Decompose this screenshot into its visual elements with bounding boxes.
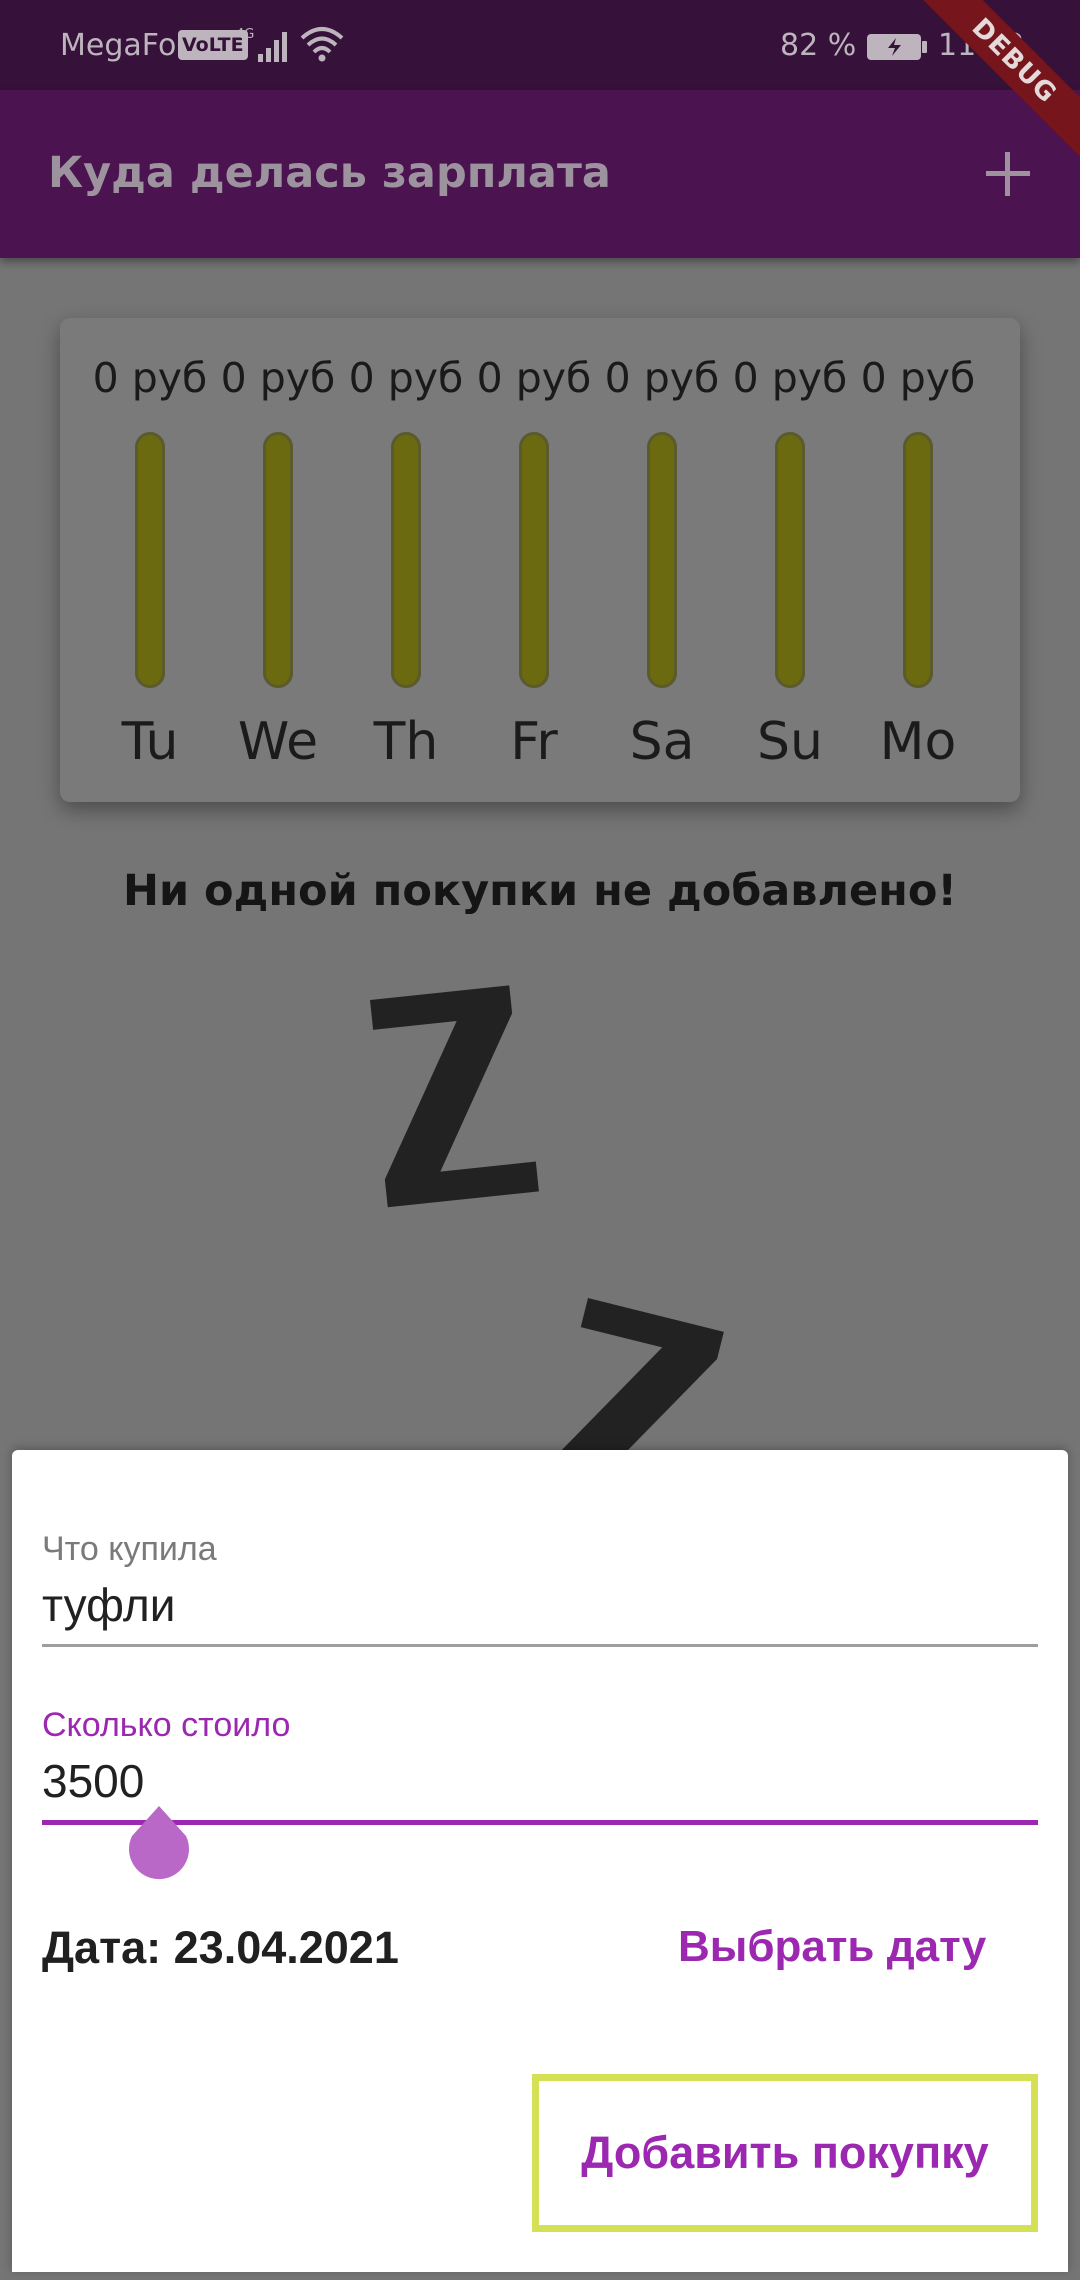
add-purchase-button[interactable]: Добавить покупку: [532, 2074, 1038, 2232]
bar-day-label: Th: [373, 712, 439, 772]
chart-bar: 0 руб Tu: [86, 318, 214, 802]
bar-track: [903, 432, 933, 688]
empty-state-message: Ни одной покупки не добавлено!: [122, 866, 958, 916]
svg-text:4G: 4G: [236, 27, 254, 42]
purchase-amount-label: Сколько стоило: [42, 1706, 291, 1744]
purchase-name-input[interactable]: [42, 1577, 1038, 1633]
chart-bar: 0 руб Su: [726, 318, 854, 802]
bar-day-label: Tu: [121, 712, 179, 772]
purchase-name-label: Что купила: [42, 1530, 217, 1568]
battery-icon: [867, 34, 927, 60]
sleeping-zzz-image: [370, 985, 724, 1450]
bar-day-label: Mo: [879, 712, 957, 772]
bar-amount: 0 руб: [476, 354, 592, 402]
text-cursor-handle[interactable]: [126, 1806, 192, 1882]
weekly-chart-card: 0 руб Tu 0 руб We 0 руб Th 0 руб Fr 0 ру…: [60, 318, 1020, 802]
bar-track: [263, 432, 293, 688]
bar-amount: 0 руб: [732, 354, 848, 402]
bar-amount: 0 руб: [348, 354, 464, 402]
bar-day-label: We: [237, 712, 319, 772]
battery-percent: 82 %: [780, 28, 857, 63]
bar-track: [519, 432, 549, 688]
app-bar: Куда делась зарплата: [0, 90, 1080, 258]
purchase-amount-input[interactable]: [42, 1753, 1038, 1809]
field-underline: [42, 1644, 1038, 1647]
selected-date: Дата: 23.04.2021: [42, 1922, 399, 1973]
bar-day-label: Sa: [629, 712, 695, 772]
bar-track: [647, 432, 677, 688]
bar-amount: 0 руб: [860, 354, 976, 402]
bar-amount: 0 руб: [92, 354, 208, 402]
carrier-name: MegaFon: [60, 28, 196, 63]
chart-bar: 0 руб Sa: [598, 318, 726, 802]
purchase-amount-field[interactable]: Сколько стоило: [42, 1706, 1038, 1825]
bar-day-label: Su: [757, 712, 823, 772]
bar-track: [391, 432, 421, 688]
chart-bar: 0 руб Fr: [470, 318, 598, 802]
add-purchase-sheet: Что купила Сколько стоило Дата: 23.04.20…: [12, 1450, 1068, 2272]
purchase-name-field[interactable]: Что купила: [42, 1530, 1038, 1647]
plus-icon[interactable]: [978, 144, 1038, 204]
chart-bar: 0 руб Mo: [854, 318, 982, 802]
choose-date-button[interactable]: Выбрать дату: [678, 1922, 986, 1972]
bar-day-label: Fr: [510, 712, 558, 772]
bar-amount: 0 руб: [604, 354, 720, 402]
chart-bar: 0 руб We: [214, 318, 342, 802]
cell-signal-icon: 4G: [236, 27, 287, 62]
bar-track: [775, 432, 805, 688]
bar-track: [135, 432, 165, 688]
bar-amount: 0 руб: [220, 354, 336, 402]
chart-bar: 0 руб Th: [342, 318, 470, 802]
wifi-icon: [300, 27, 344, 62]
app-title: Куда делась зарплата: [48, 148, 611, 198]
status-bar: MegaFon VoLTE 4G 82 % 11:02: [0, 0, 1080, 90]
